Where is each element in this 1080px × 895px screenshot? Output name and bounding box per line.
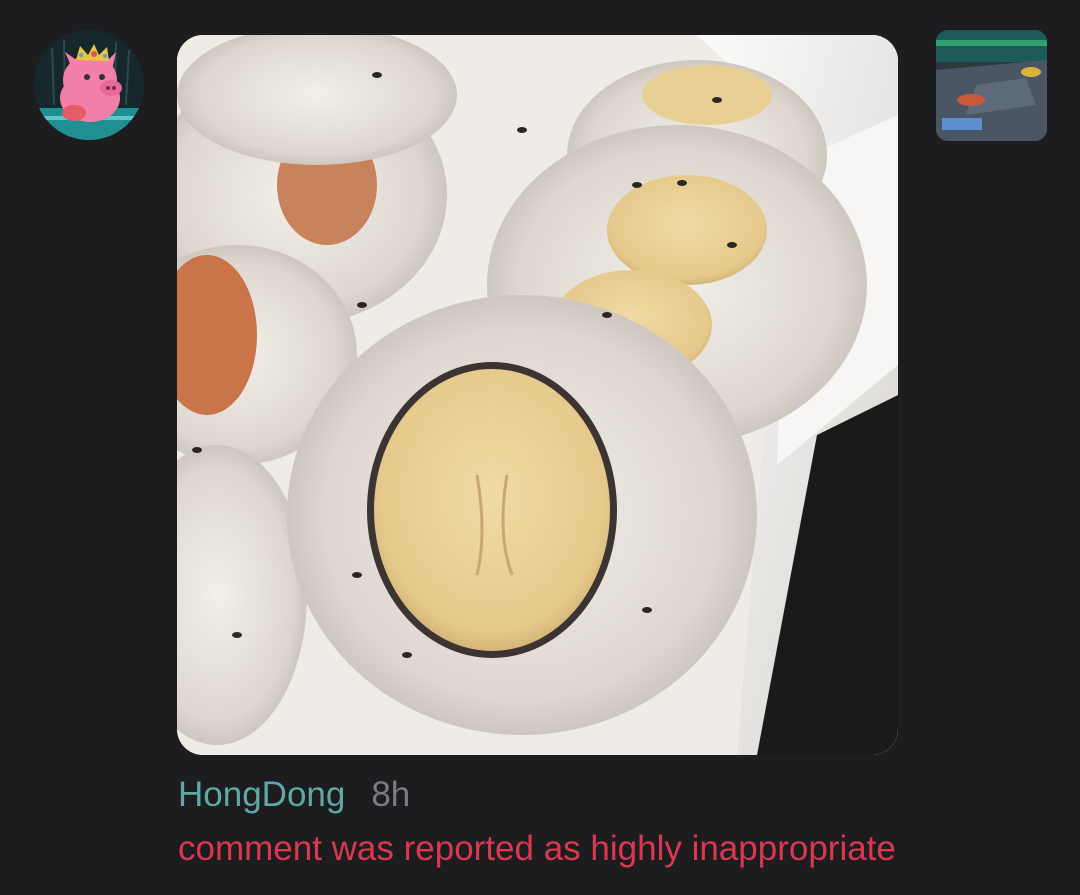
pig-king-avatar-icon — [34, 30, 144, 140]
user-avatar[interactable] — [34, 30, 144, 140]
comment-report-status: comment was reported as highly inappropr… — [178, 829, 896, 868]
comment-meta: HongDong 8h — [178, 772, 410, 818]
sushi-banana-photo-icon — [177, 35, 898, 755]
game-screenshot-icon — [936, 30, 1047, 141]
comment-timestamp: 8h — [371, 775, 411, 814]
post-image[interactable] — [177, 35, 898, 755]
comment-username[interactable]: HongDong — [178, 772, 345, 818]
comment-screen: HongDong 8h comment was reported as high… — [0, 0, 1080, 895]
attachment-thumbnail[interactable] — [936, 30, 1047, 141]
